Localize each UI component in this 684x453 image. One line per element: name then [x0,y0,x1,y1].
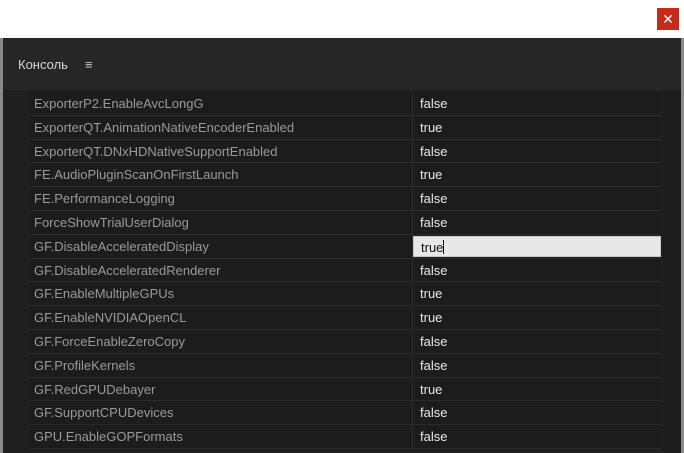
close-button[interactable]: ✕ [657,8,679,30]
setting-value-input[interactable]: true [413,235,661,257]
setting-value[interactable]: false [413,353,661,377]
table-row[interactable]: GF.DisableAcceleratedDisplay true [30,234,661,259]
setting-name: GF.ForceEnableZeroCopy [30,329,413,353]
setting-value[interactable]: false [413,425,661,448]
window-title-bar: ✕ [0,0,684,38]
table-row[interactable]: FE.AudioPluginScanOnFirstLaunch true [30,163,661,188]
setting-value[interactable]: true [413,282,661,306]
setting-value[interactable]: false [413,210,661,234]
setting-name: FE.PerformanceLogging [30,187,413,210]
table-row[interactable]: FE.PerformanceLogging false [30,187,661,211]
settings-table: ExporterP2.EnableAvcLongG false ExporterQT… [30,92,661,453]
table-row[interactable]: GF.EnableNVIDIAOpenCL true [30,306,661,330]
table-row[interactable]: GPU.EnableGOPFormats false [30,425,661,449]
setting-name: GF.DisableAcceleratedRenderer [30,258,413,282]
setting-value[interactable]: false [413,187,661,210]
table-row[interactable]: GF.RedGPUDebayer true [30,377,661,402]
panel-menu-icon[interactable]: ≡ [85,57,93,72]
setting-value[interactable]: false [413,401,661,425]
setting-value[interactable]: false [413,329,661,353]
table-row[interactable]: GF.DisableAcceleratedRenderer false [30,258,661,283]
setting-value[interactable]: true [413,306,661,329]
table-row[interactable]: GF.ProfileKernels false [30,353,661,378]
table-row[interactable]: GF.SupportCPUDevices false [30,401,661,426]
setting-name: GPU.EnableGOPFormats [30,425,413,448]
table-row[interactable]: ExporterP2.EnableAvcLongG false [30,92,661,116]
setting-name: GF.ProfileKernels [30,353,413,377]
setting-name: GF.EnableNVIDIAOpenCL [30,306,413,329]
table-row[interactable]: GF.EnableMultipleGPUs true [30,282,661,307]
table-row[interactable]: ExporterQT.AnimationNativeEncoderEnabled… [30,115,661,140]
text-caret [443,239,445,254]
close-icon: ✕ [662,11,674,27]
scrollbar[interactable] [663,92,681,453]
setting-value[interactable]: false [413,258,661,282]
setting-name: ExporterQT.DNxHDNativeSupportEnabled [30,139,413,163]
setting-value[interactable]: false [413,92,661,115]
table-row[interactable]: GF.ForceEnableZeroCopy false [30,329,661,354]
panel-title: Консоль [18,57,68,72]
setting-name: GF.EnableMultipleGPUs [30,282,413,306]
setting-name: ExporterQT.AnimationNativeEncoderEnabled [30,115,413,139]
table-row[interactable]: ForceShowTrialUserDialog false [30,210,661,235]
panel-header: Консоль ≡ [3,38,681,90]
table-row[interactable]: ExporterQT.DNxHDNativeSupportEnabled fals… [30,139,661,164]
console-panel: Консоль ≡ ExporterP2.EnableAvcLongG false… [3,38,681,453]
setting-value[interactable]: true [413,115,661,139]
setting-name: FE.AudioPluginScanOnFirstLaunch [30,163,413,187]
setting-name: GF.RedGPUDebayer [30,377,413,401]
setting-name: GF.SupportCPUDevices [30,401,413,425]
setting-name: ForceShowTrialUserDialog [30,210,413,234]
setting-value[interactable]: false [413,139,661,163]
setting-value[interactable]: true [413,163,661,187]
setting-value-text: true [421,239,444,255]
setting-value[interactable]: true [413,377,661,401]
setting-name: GF.DisableAcceleratedDisplay [30,234,413,258]
setting-name: ExporterP2.EnableAvcLongG [30,92,413,115]
